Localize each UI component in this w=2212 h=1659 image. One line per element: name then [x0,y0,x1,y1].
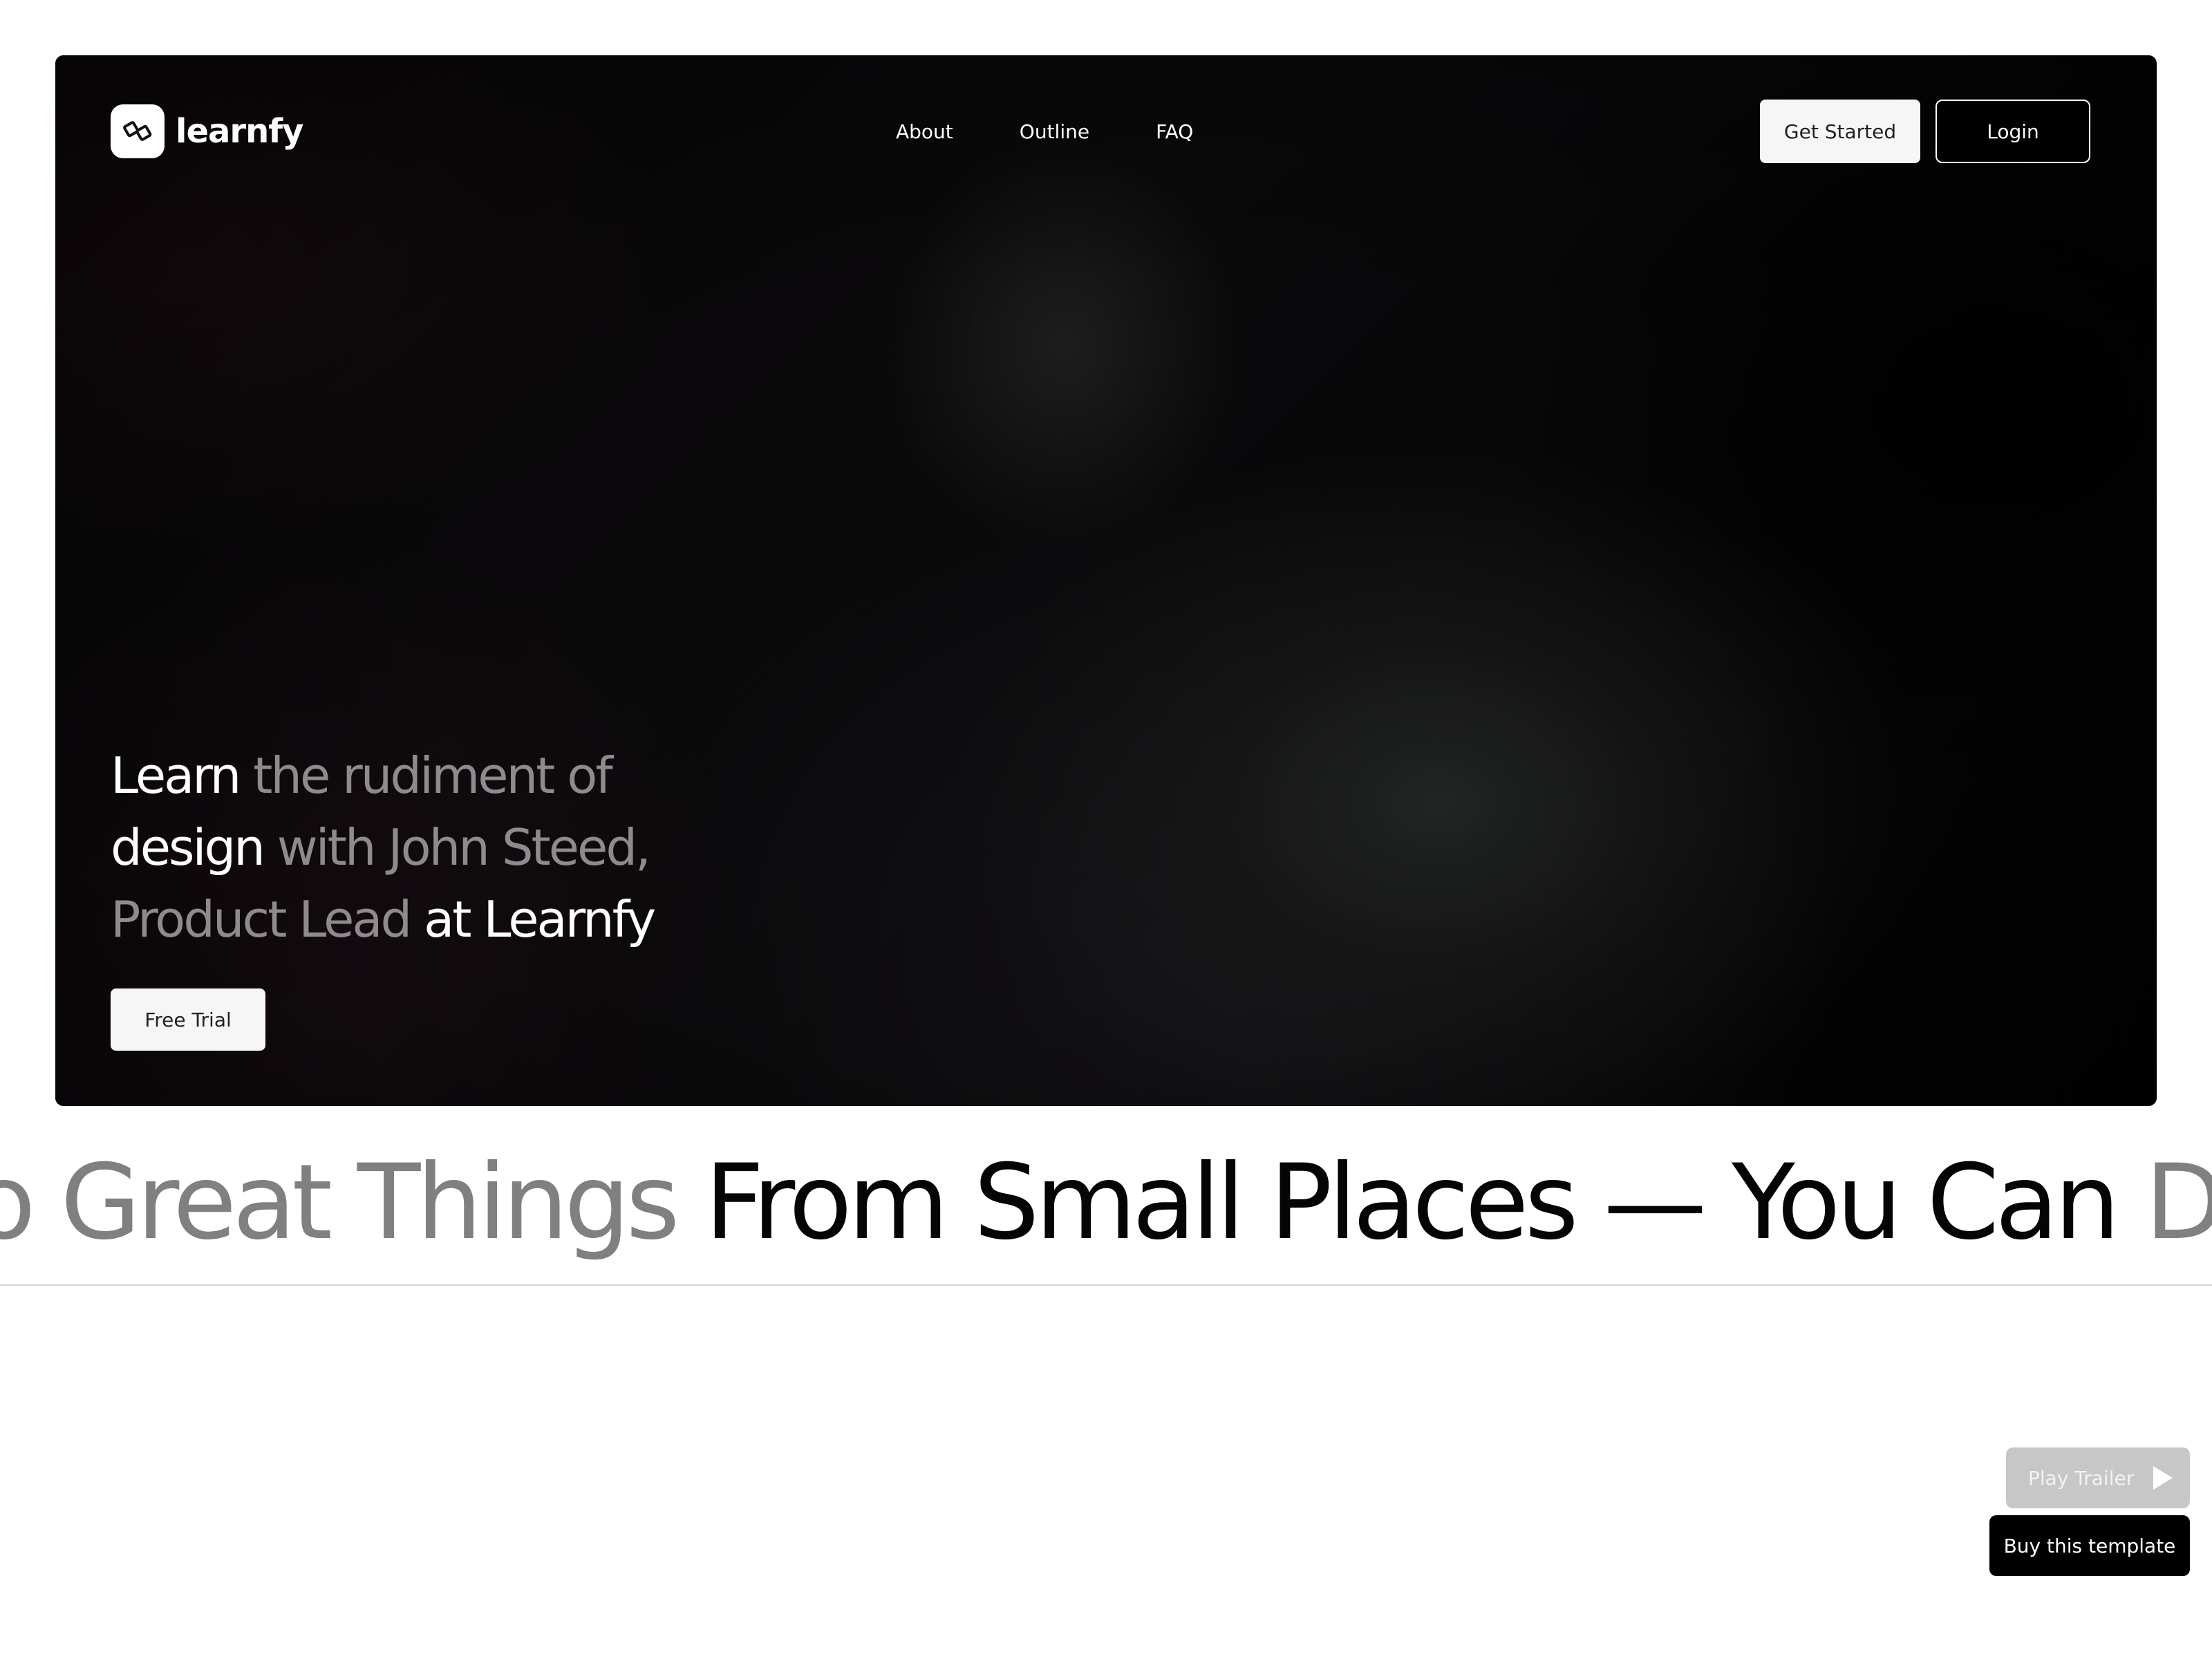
buy-template-button[interactable]: Buy this template [1989,1515,2190,1576]
nav-actions: Get Started Login [1760,100,2090,163]
hero-headline: Learn the rudiment of design with John S… [111,740,802,955]
headline-word: with John Steed, [276,818,651,877]
top-navigation: learnfy About Outline FAQ Get Started Lo… [111,100,2090,163]
headline-word: the rudiment of [253,747,613,805]
play-icon [2153,1466,2173,1490]
headline-word: Product Lead [111,890,424,948]
headline-line-2: design with John Steed, [111,812,802,883]
brand-name: learnfy [176,112,303,151]
headline-word: design [111,818,277,877]
free-trial-button[interactable]: Free Trial [111,988,265,1051]
headline-word: at Learnfy [424,890,656,948]
brand-logo[interactable]: learnfy [111,104,303,159]
nav-link-faq[interactable]: FAQ [1156,120,1193,143]
get-started-button[interactable]: Get Started [1760,100,1920,163]
marquee-segment: o Great Things [0,1143,705,1263]
play-trailer-button[interactable]: Play Trailer [2006,1447,2190,1508]
play-trailer-label: Play Trailer [2028,1466,2135,1490]
marquee-segment: Do G [2145,1143,2212,1263]
hero-section: learnfy About Outline FAQ Get Started Lo… [55,55,2157,1106]
nav-link-outline[interactable]: Outline [1020,120,1089,143]
headline-word: Learn [111,747,254,805]
headline-line-1: Learn the rudiment of [111,740,802,812]
learnfy-logo-icon [111,104,165,158]
marquee-segment: From Small Places — You Can [704,1143,2145,1263]
headline-line-3: Product Lead at Learnfy [111,883,802,955]
marquee-track: o Great Things From Small Places — You C… [0,1134,2212,1272]
marquee-banner: o Great Things From Small Places — You C… [0,1134,2212,1286]
nav-link-about[interactable]: About [896,120,953,143]
nav-links: About Outline FAQ [896,100,1193,163]
login-button[interactable]: Login [1936,100,2090,163]
